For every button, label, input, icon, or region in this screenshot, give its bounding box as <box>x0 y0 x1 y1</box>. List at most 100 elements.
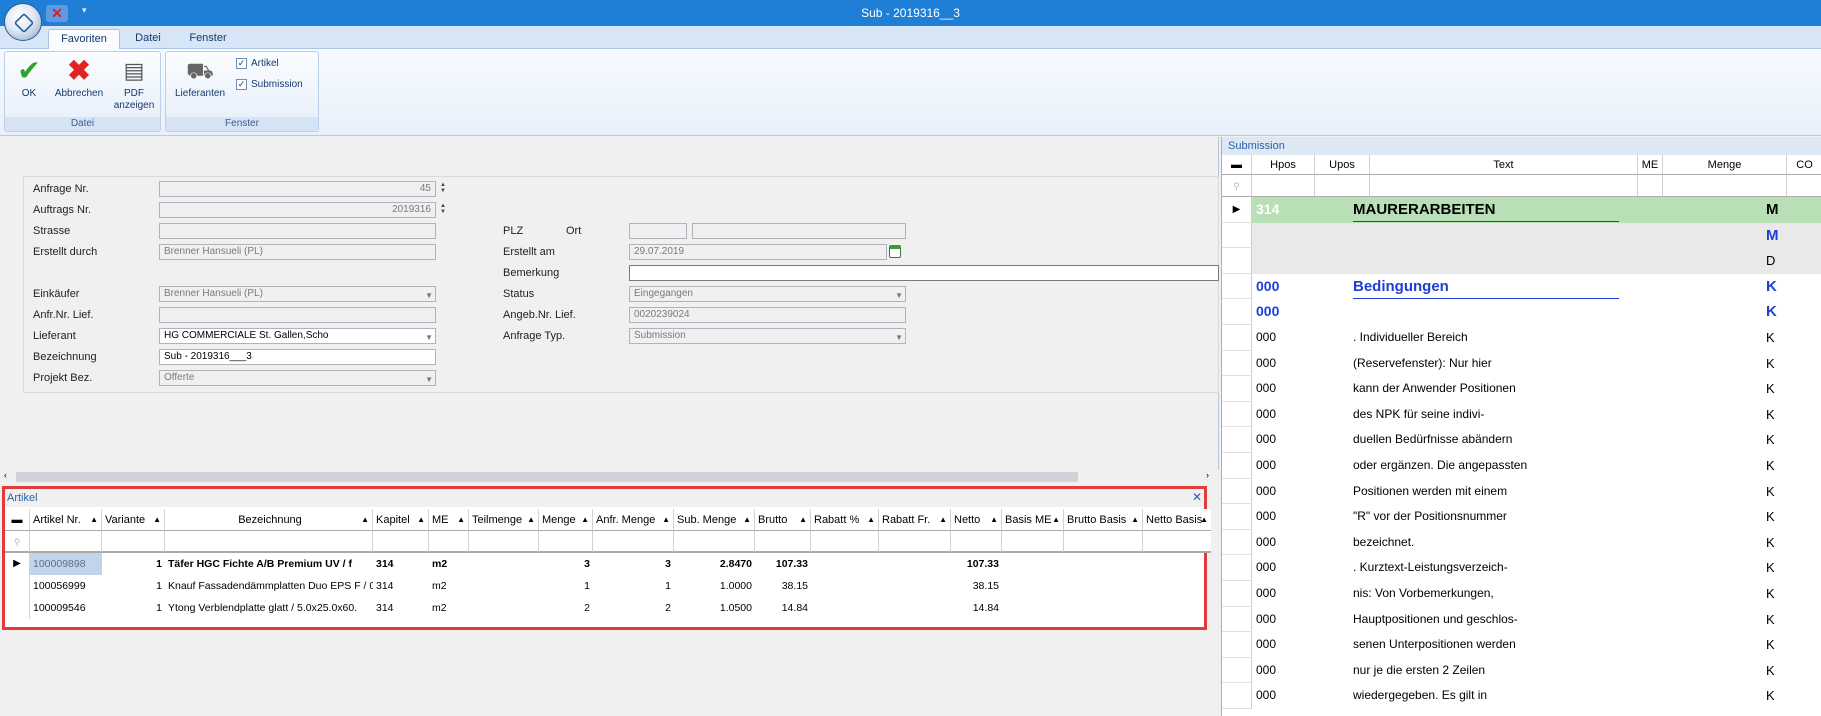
filter-cell[interactable] <box>373 531 429 553</box>
erstellt-am-field[interactable]: 29.07.2019 <box>629 244 887 260</box>
ort-field[interactable] <box>692 223 906 239</box>
col-sub-menge[interactable]: Sub. Menge ▲ <box>674 509 755 531</box>
submission-row[interactable]: D <box>1222 248 1821 274</box>
quick-access-close-icon[interactable]: ✕ <box>46 5 68 22</box>
submission-row[interactable]: 000 bezeichnet. K <box>1222 529 1821 556</box>
anfr-nr-lief-field[interactable] <box>159 307 436 323</box>
col-me[interactable]: ME <box>1638 155 1663 175</box>
col-menge[interactable]: Menge ▲ <box>539 509 593 531</box>
form-horizontal-scrollbar[interactable]: ‹ › <box>0 470 1219 484</box>
table-row[interactable]: 100056999 1 Knauf Fassadendämmplatten Du… <box>5 575 1204 597</box>
filter-icon[interactable]: ⚲ <box>5 531 30 553</box>
col-rabatt-fr[interactable]: Rabatt Fr. ▲ <box>879 509 951 531</box>
bezeichnung-field[interactable]: Sub - 2019316___3 <box>159 349 436 365</box>
col-artikel-nr[interactable]: Artikel Nr. ▲ <box>30 509 102 531</box>
grid-corner-icon[interactable]: ▬ <box>5 509 30 531</box>
artikel-checkbox[interactable]: ✓ Artikel <box>236 58 279 69</box>
filter-cell[interactable] <box>1315 175 1370 197</box>
filter-cell[interactable] <box>879 531 951 553</box>
submission-row[interactable]: 000 (Reservefenster): Nur hier K <box>1222 350 1821 377</box>
col-brutto-basis[interactable]: Brutto Basis ▲ <box>1064 509 1143 531</box>
anfrage-nr-spinner-icon[interactable]: ▲ ▼ <box>440 182 446 194</box>
submission-row[interactable]: 000 . Kurztext-Leistungsverzeich- K <box>1222 555 1821 581</box>
erstellt-durch-field[interactable]: Brenner Hansueli (PL) <box>159 244 436 260</box>
col-bezeichnung[interactable]: Bezeichnung ▲ <box>165 509 373 531</box>
table-row[interactable]: ▶ 100009898 1 Täfer HGC Fichte A/B Premi… <box>5 553 1204 575</box>
plz-field[interactable] <box>629 223 687 239</box>
bemerkung-field[interactable] <box>629 265 1219 281</box>
auftrags-nr-spinner-icon[interactable]: ▲ ▼ <box>440 203 446 215</box>
tab-favoriten[interactable]: Favoriten <box>48 29 120 49</box>
col-co[interactable]: CO <box>1787 155 1821 175</box>
projekt-bez-select[interactable]: Offerte ▼ <box>159 370 436 386</box>
grid-corner-icon[interactable]: ▬ <box>1222 155 1252 175</box>
submission-row[interactable]: 000 duellen Bedürfnisse abändern K <box>1222 427 1821 453</box>
pdf-anzeigen-button[interactable]: ▤ PDF anzeigen <box>111 56 157 112</box>
filter-cell[interactable] <box>1370 175 1638 197</box>
filter-cell[interactable] <box>755 531 811 553</box>
filter-icon[interactable]: ⚲ <box>1222 175 1252 197</box>
filter-cell[interactable] <box>951 531 1002 553</box>
col-brutto[interactable]: Brutto ▲ <box>755 509 811 531</box>
submission-row[interactable]: 000 wiedergegeben. Es gilt in K <box>1222 683 1821 709</box>
submission-row[interactable]: 000 kann der Anwender Positionen K <box>1222 376 1821 402</box>
submission-row[interactable]: 000 K <box>1222 299 1821 325</box>
submission-row[interactable]: 000 oder ergänzen. Die angepassten K <box>1222 453 1821 479</box>
abbrechen-button[interactable]: ✖ Abbrechen <box>51 56 107 100</box>
tab-fenster[interactable]: Fenster <box>180 29 236 49</box>
col-rabatt-pct[interactable]: Rabatt % ▲ <box>811 509 879 531</box>
ok-button[interactable]: ✔ OK <box>11 56 47 100</box>
auftrags-nr-field[interactable]: 2019316 <box>159 202 436 218</box>
strasse-field[interactable] <box>159 223 436 239</box>
submission-row[interactable]: M <box>1222 222 1821 249</box>
close-icon[interactable]: ✕ <box>1192 490 1202 504</box>
tab-datei[interactable]: Datei <box>128 29 168 49</box>
col-kapitel[interactable]: Kapitel ▲ <box>373 509 429 531</box>
scrollbar-thumb[interactable] <box>16 472 1078 482</box>
filter-cell[interactable] <box>1638 175 1663 197</box>
filter-cell[interactable] <box>1143 531 1211 553</box>
submission-row[interactable]: 000 Positionen werden mit einem K <box>1222 478 1821 505</box>
submission-row[interactable]: ▶ 314 MAURERARBEITEN M <box>1222 197 1821 223</box>
quick-access-dropdown-icon[interactable]: ▾ <box>82 5 87 16</box>
filter-cell[interactable] <box>1002 531 1064 553</box>
filter-cell[interactable] <box>674 531 755 553</box>
filter-cell[interactable] <box>1787 175 1821 197</box>
filter-cell[interactable] <box>1663 175 1787 197</box>
lieferant-select[interactable]: HG COMMERCIALE St. Gallen,Scho ▼ <box>159 328 436 344</box>
filter-cell[interactable] <box>1252 175 1315 197</box>
submission-row[interactable]: 000 des NPK für seine indivi- K <box>1222 401 1821 428</box>
submission-row[interactable]: 000 Hauptpositionen und geschlos- K <box>1222 606 1821 633</box>
scroll-left-icon[interactable]: ‹ <box>4 470 7 480</box>
submission-row[interactable]: 000 nis: Von Vorbemerkungen, K <box>1222 581 1821 607</box>
status-select[interactable]: Eingegangen ▼ <box>629 286 906 302</box>
filter-cell[interactable] <box>165 531 373 553</box>
anfrage-nr-field[interactable]: 45 <box>159 181 436 197</box>
submission-row[interactable]: 000 "R" vor der Positionsnummer K <box>1222 504 1821 530</box>
filter-cell[interactable] <box>1064 531 1143 553</box>
filter-cell[interactable] <box>30 531 102 553</box>
einkaeufer-select[interactable]: Brenner Hansueli (PL) ▼ <box>159 286 436 302</box>
filter-cell[interactable] <box>593 531 674 553</box>
col-me[interactable]: ME ▲ <box>429 509 469 531</box>
col-netto[interactable]: Netto ▲ <box>951 509 1002 531</box>
table-row[interactable]: 100009546 1 Ytong Verblendplatte glatt /… <box>5 597 1204 619</box>
submission-row[interactable]: 000 . Individueller Bereich K <box>1222 325 1821 351</box>
col-hpos[interactable]: Hpos <box>1252 155 1315 175</box>
angeb-nr-lief-field[interactable]: 0020239024 <box>629 307 906 323</box>
col-anfr-menge[interactable]: Anfr. Menge ▲ <box>593 509 674 531</box>
scroll-right-icon[interactable]: › <box>1206 470 1209 480</box>
filter-cell[interactable] <box>102 531 165 553</box>
filter-cell[interactable] <box>469 531 539 553</box>
filter-cell[interactable] <box>539 531 593 553</box>
submission-row[interactable]: 000 Bedingungen K <box>1222 273 1821 300</box>
calendar-icon[interactable] <box>889 245 901 258</box>
filter-cell[interactable] <box>811 531 879 553</box>
submission-checkbox[interactable]: ✓ Submission <box>236 79 303 90</box>
col-menge[interactable]: Menge <box>1663 155 1787 175</box>
col-text[interactable]: Text <box>1370 155 1638 175</box>
col-teilmenge[interactable]: Teilmenge ▲ <box>469 509 539 531</box>
anfrage-typ-select[interactable]: Submission ▼ <box>629 328 906 344</box>
submission-row[interactable]: 000 senen Unterpositionen werden K <box>1222 632 1821 658</box>
lieferanten-button[interactable]: ⛟ Lieferanten <box>170 56 230 100</box>
